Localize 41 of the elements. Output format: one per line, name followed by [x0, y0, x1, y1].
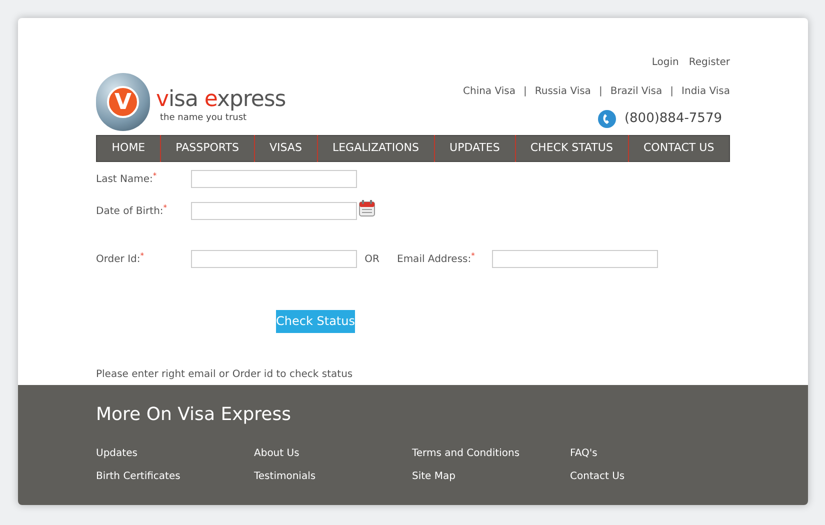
footer-link[interactable]: Updates [96, 446, 254, 461]
footer-link[interactable]: Birth Certificates [96, 469, 254, 484]
footer-link[interactable]: Testimonials [254, 469, 412, 484]
instruction-text: Please enter right email or Order id to check status [96, 368, 354, 382]
header-link[interactable]: Register [688, 55, 730, 70]
input-field[interactable] [191, 170, 357, 188]
header-link[interactable]: Login [652, 55, 679, 70]
nav-item[interactable]: LEGALIZATIONS [318, 140, 434, 157]
or-text: OR [364, 253, 380, 267]
logo-mark: V [107, 86, 139, 118]
visa-link[interactable]: China Visa [463, 84, 516, 99]
phone-number: (800)884-7579 [624, 110, 722, 128]
footer-link[interactable]: FAQ's [570, 446, 728, 461]
link-separator: | [598, 85, 602, 99]
footer-link[interactable]: Terms and Conditions [412, 446, 570, 461]
footer-title: More On Visa Express [96, 403, 292, 427]
visa-link[interactable]: Brazil Visa [610, 84, 662, 99]
nav-item[interactable]: UPDATES [434, 140, 515, 157]
footer-link[interactable]: Site Map [412, 469, 570, 484]
nav-item[interactable]: CONTACT US [628, 140, 729, 157]
field-label: Order Id:$^{*}$ [96, 252, 146, 267]
input-field[interactable] [191, 250, 357, 268]
nav-item[interactable]: PASSPORTS [160, 140, 254, 157]
tagline: the name you trust [160, 112, 248, 124]
field-label: Email Address:$^{*}$ [397, 252, 476, 267]
phone-icon [598, 110, 616, 128]
nav-item[interactable]: VISAS [254, 140, 317, 157]
nav-item[interactable]: HOME [97, 140, 160, 157]
visa-link[interactable]: Russia Visa [534, 84, 591, 99]
footer-link[interactable]: About Us [254, 446, 412, 461]
nav-item[interactable]: CHECK STATUS [516, 140, 628, 157]
visa-link[interactable]: India Visa [682, 84, 730, 99]
input-field[interactable] [191, 202, 357, 220]
field-label: Date of Birth:$^{*}$ [96, 204, 168, 219]
input-field[interactable] [492, 250, 658, 268]
brand-name: visa express [156, 88, 286, 112]
link-separator: | [670, 85, 674, 99]
footer-link[interactable]: Contact Us [570, 469, 728, 484]
field-label: Last Name:$^{*}$ [96, 172, 158, 187]
link-separator: | [523, 85, 527, 99]
calendar-icon[interactable] [359, 200, 375, 217]
